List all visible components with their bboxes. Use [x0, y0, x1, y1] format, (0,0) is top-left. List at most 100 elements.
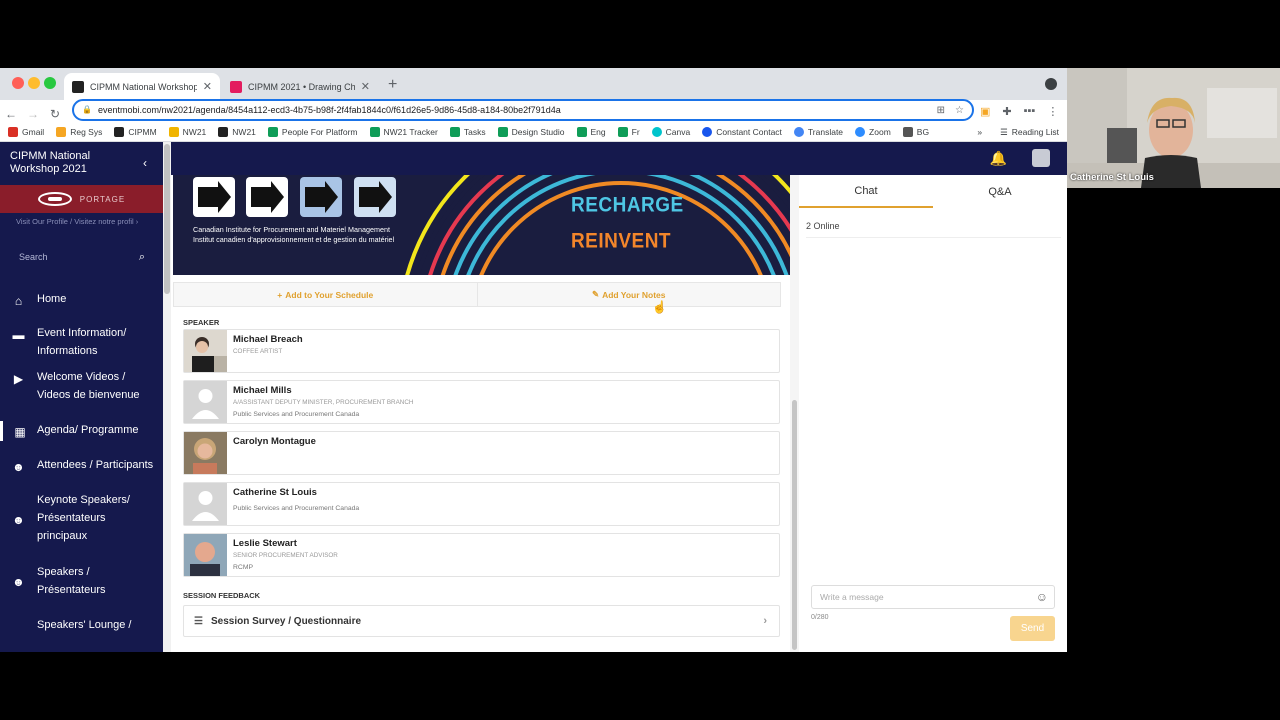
- more-extensions-icon[interactable]: ▪▪▪: [1024, 105, 1036, 117]
- reading-list-icon: ☰: [1000, 126, 1008, 137]
- speaker-name: Leslie Stewart: [233, 538, 297, 549]
- participant-name: Catherine St Louis: [1070, 172, 1154, 183]
- content-scrollbar[interactable]: [790, 175, 799, 652]
- bookmark-fr[interactable]: Fr: [617, 126, 640, 137]
- bookmark-nw21-tracker[interactable]: NW21 Tracker: [369, 126, 438, 137]
- extension-icon[interactable]: ▣: [980, 105, 990, 118]
- bg-icon: [902, 126, 913, 137]
- reading-list[interactable]: » ☰ Reading List: [977, 122, 1059, 142]
- sidebar-search-input[interactable]: Search ⌕: [10, 242, 153, 272]
- back-button[interactable]: ←: [0, 107, 22, 121]
- home-icon: ⌂: [14, 294, 23, 308]
- zoom-icon: [855, 126, 866, 137]
- kebab-menu-icon[interactable]: ⋮: [1047, 105, 1058, 118]
- bookmark-nw21[interactable]: NW21: [168, 126, 206, 137]
- cc-icon: [702, 126, 713, 137]
- forward-button[interactable]: →: [22, 107, 44, 121]
- sidebar-item-keynote-speakers[interactable]: ☻ Keynote Speakers/ Présentateurs princi…: [0, 491, 163, 545]
- sidebar-item-event-information[interactable]: ▬ Event Information/ Informations: [0, 324, 135, 360]
- bookmark-people-for-platform[interactable]: People For Platform: [267, 126, 358, 137]
- folder-icon: ▬: [12, 328, 25, 342]
- browser-tab[interactable]: CIPMM 2021 • Drawing Change ✕: [222, 73, 378, 100]
- lock-icon: 🔒: [82, 105, 92, 114]
- scrollbar-thumb[interactable]: [792, 400, 797, 650]
- speaker-org: Public Services and Procurement Canada: [233, 505, 360, 512]
- people-icon: ☻: [12, 460, 25, 474]
- folder-icon: [56, 126, 67, 137]
- speaker-card[interactable]: Michael Breach COFFEE ARTIST: [183, 329, 780, 373]
- sidebar-item-speakers[interactable]: ☻ Speakers / Présentateurs: [0, 563, 163, 599]
- scrollbar-thumb[interactable]: [164, 144, 170, 294]
- people-icon: ☻: [12, 513, 25, 527]
- list-icon: ☰: [194, 615, 203, 627]
- sidebar-item-home[interactable]: ⌂ Home: [0, 290, 163, 310]
- puzzle-icon[interactable]: ✚: [1002, 105, 1011, 118]
- speaker-photo: [184, 534, 227, 576]
- visit-profile-link[interactable]: Visit Our Profile / Visitez notre profil…: [16, 217, 138, 226]
- chat-panel: Chat Q&A 2 Online Write a message ☺ 0/28…: [799, 175, 1067, 652]
- sidebar-item-speakers-lounge[interactable]: Speakers' Lounge /: [0, 616, 163, 634]
- eventmobi-icon: [168, 126, 179, 137]
- drawing-change-favicon-icon: [230, 80, 242, 93]
- tab-qa[interactable]: Q&A: [933, 175, 1067, 208]
- speaker-name: Carolyn Montague: [233, 436, 316, 447]
- placeholder-avatar-icon: [184, 381, 227, 423]
- maximize-window-button[interactable]: [44, 77, 56, 89]
- collapse-sidebar-icon[interactable]: ‹: [143, 156, 147, 170]
- address-bar[interactable]: 🔒 eventmobi.com/nw2021/agenda/8454a112-e…: [72, 99, 974, 121]
- bookmark-bg[interactable]: BG: [902, 126, 929, 137]
- message-input[interactable]: Write a message ☺: [811, 585, 1055, 609]
- speaker-photo: [184, 330, 227, 372]
- bookmark-constant-contact[interactable]: Constant Contact: [702, 126, 782, 137]
- browser-menu-icon[interactable]: [1045, 78, 1057, 90]
- sidebar-scrollbar[interactable]: [163, 142, 171, 652]
- search-icon[interactable]: ⌕: [139, 251, 145, 264]
- session-banner: Canadian Institute for Procurement and M…: [173, 175, 790, 275]
- sidebar-item-welcome-videos[interactable]: ▶ Welcome Videos / Videos de bienvenue: [0, 368, 163, 404]
- sheets-icon: [449, 126, 460, 137]
- close-tab-icon[interactable]: ✕: [361, 80, 370, 93]
- emoji-icon[interactable]: ☺: [1036, 590, 1048, 604]
- send-button[interactable]: Send: [1010, 616, 1055, 641]
- add-to-schedule-button[interactable]: + Add to Your Schedule: [174, 283, 477, 306]
- bookmark-zoom[interactable]: Zoom: [855, 126, 891, 137]
- bookmark-reg-sys[interactable]: Reg Sys: [56, 126, 102, 137]
- bookmark-gmail[interactable]: Gmail: [8, 126, 44, 137]
- arc-rings: [405, 175, 790, 275]
- bookmark-cipmm[interactable]: CIPMM: [114, 126, 157, 137]
- apps-icon[interactable]: ⊞: [937, 105, 945, 116]
- notification-bell-icon[interactable]: 🔔: [990, 150, 1007, 167]
- new-tab-button[interactable]: +: [388, 76, 397, 94]
- sidebar-item-agenda[interactable]: ▦ Agenda/ Programme: [0, 421, 163, 441]
- browser-tab-active[interactable]: CIPMM National Workshop 2021 ✕: [64, 73, 220, 100]
- close-window-button[interactable]: [12, 77, 24, 89]
- reload-button[interactable]: ↻: [44, 107, 66, 121]
- divider: [806, 237, 1061, 238]
- sidebar-item-attendees[interactable]: ☻ Attendees / Participants: [0, 456, 163, 476]
- bookmark-canva[interactable]: Canva: [651, 126, 690, 137]
- minimize-window-button[interactable]: [28, 77, 40, 89]
- bookmark-star-icon[interactable]: ☆: [955, 105, 964, 116]
- speaker-card[interactable]: Michael Mills A/ASSISTANT DEPUTY MINISTE…: [183, 380, 780, 424]
- tab-chat[interactable]: Chat: [799, 175, 933, 208]
- session-survey-link[interactable]: ☰ Session Survey / Questionnaire ›: [183, 605, 780, 637]
- speaker-card[interactable]: Leslie Stewart SENIOR PROCUREMENT ADVISO…: [183, 533, 780, 577]
- bookmark-design-studio[interactable]: Design Studio: [497, 126, 565, 137]
- add-notes-button[interactable]: ✎ Add Your Notes: [476, 283, 781, 306]
- bookmark-translate[interactable]: Translate: [793, 126, 843, 137]
- url-text: eventmobi.com/nw2021/agenda/8454a112-ecd…: [98, 105, 561, 115]
- bookmark-tasks[interactable]: Tasks: [449, 126, 486, 137]
- online-count: 2 Online: [806, 221, 840, 231]
- bookmark-nw21-2[interactable]: NW21: [218, 126, 256, 137]
- tab-title: CIPMM 2021 • Drawing Change: [248, 81, 355, 92]
- session-actions: + Add to Your Schedule ✎ Add Your Notes: [173, 282, 781, 307]
- speaker-card[interactable]: Carolyn Montague: [183, 431, 780, 475]
- bookmark-eng[interactable]: Eng: [576, 126, 606, 137]
- close-tab-icon[interactable]: ✕: [203, 80, 212, 93]
- speaker-card[interactable]: Catherine St Louis Public Services and P…: [183, 482, 780, 526]
- user-avatar[interactable]: [1032, 149, 1050, 167]
- more-bookmarks-icon[interactable]: »: [977, 127, 982, 137]
- sponsor-banner[interactable]: PORTAGE: [0, 185, 163, 213]
- top-bar: 🔔: [171, 142, 1067, 175]
- sheets-icon: [576, 126, 587, 137]
